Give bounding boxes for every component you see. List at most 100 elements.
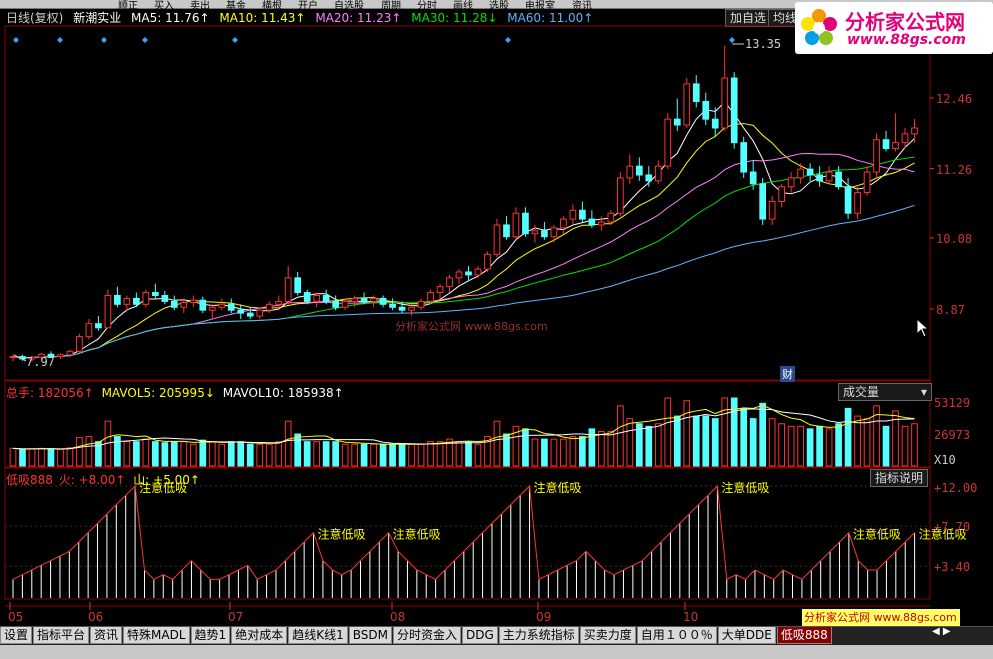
candle-body <box>522 212 529 235</box>
candle-body <box>607 212 615 223</box>
candle-body <box>208 306 216 311</box>
indicator-tab[interactable]: 主力系统指标 <box>498 627 579 644</box>
candle-body <box>265 303 273 311</box>
indicator-tab[interactable]: 设置 <box>0 627 33 644</box>
indicator-tab[interactable]: 资讯 <box>90 627 123 644</box>
volume-bar <box>9 447 17 467</box>
volume-bar <box>522 428 529 467</box>
candle-body <box>114 294 121 305</box>
indicator-tab[interactable]: BSDM <box>348 627 392 644</box>
candle-body <box>806 168 814 176</box>
volume-indicator-select[interactable]: 成交量 ▾ <box>838 383 932 401</box>
candle-body <box>560 218 567 229</box>
volume-bar <box>294 433 302 467</box>
indicator-tab[interactable]: 大单DDE <box>717 627 776 644</box>
candle-body <box>389 303 396 308</box>
date-tick-label: 07 <box>228 610 244 624</box>
ma60-line <box>12 204 915 359</box>
volume-bar <box>370 443 377 467</box>
logo-title: 分析家公式网 <box>845 10 965 34</box>
candle-body <box>313 294 321 302</box>
low-buy-annotation: 注意低吸 <box>853 527 901 542</box>
volume-bar <box>170 441 178 467</box>
candle-body <box>844 186 852 214</box>
volume-bar <box>787 425 795 467</box>
candle-body <box>9 356 17 359</box>
indicator-tab[interactable]: 买卖力度 <box>579 627 636 644</box>
volume-bar <box>398 443 406 467</box>
candle-body <box>911 127 918 135</box>
indicator-tab[interactable]: 趋线K线1 <box>288 627 348 644</box>
volume-bar <box>465 441 472 467</box>
candle-body <box>569 209 577 220</box>
candle-body <box>95 323 102 329</box>
candle-body <box>161 294 169 302</box>
candle-body <box>474 268 482 276</box>
volume-bar <box>541 438 548 467</box>
candle-body <box>398 306 406 311</box>
indicator-tab[interactable]: 绝对成本 <box>231 627 288 644</box>
volume-bar <box>341 443 349 467</box>
candle-body <box>351 297 358 302</box>
event-diamond-icon <box>232 37 238 43</box>
volume-bar <box>123 441 131 467</box>
low-buy-annotation: 注意低吸 <box>534 480 582 495</box>
event-diamond-icon <box>101 37 107 43</box>
volume-indicator-select-label: 成交量 <box>843 385 880 399</box>
candle-body <box>493 224 501 255</box>
indicator-tab[interactable]: 分时资金入 <box>392 627 461 644</box>
indicator-axis-label: +3.40 <box>934 560 971 574</box>
volume-bar <box>721 397 729 467</box>
indicator-tab[interactable]: 自用１００％ <box>636 627 717 644</box>
candle-body <box>322 294 330 302</box>
indicator-field2-label: 山: <box>133 473 150 487</box>
candle-body <box>768 200 776 220</box>
candle-body <box>275 300 283 305</box>
volume-bar <box>607 430 615 467</box>
volume-bar <box>635 423 643 467</box>
volume-bar <box>351 443 358 467</box>
volume-bar <box>560 438 567 467</box>
volume-bar <box>702 415 710 467</box>
volume-bar <box>28 448 36 467</box>
status-bar <box>0 645 993 659</box>
volume-bar <box>626 418 634 467</box>
volume-bar <box>569 436 577 467</box>
candle-body <box>85 323 93 338</box>
candle-body <box>626 165 634 179</box>
candle-body <box>294 277 302 294</box>
volume-header: 总手: 182056↑ MAVOL5: 205995↓ MAVOL10: 185… <box>6 384 344 401</box>
indicator-tab[interactable]: 特殊MADL <box>123 627 190 644</box>
tab-scroll-arrows[interactable]: ◀ ▶ <box>932 626 951 637</box>
indicator-tab[interactable]: DDG <box>461 627 498 644</box>
volume-bar <box>844 407 852 467</box>
volume-bar <box>57 448 64 467</box>
candle-body <box>825 171 833 182</box>
indicator-field1-label: 火: <box>58 473 75 487</box>
indicator-tab[interactable]: 指标平台 <box>33 627 90 644</box>
stock-chart-window: 顺正 买入 卖出 基金 横根 开户 自选股 周期 分时 画线 选股 电报室 资讯 日线(复权) 新潮实业… <box>0 0 993 659</box>
candle-body <box>882 139 890 150</box>
candle-body <box>512 212 520 238</box>
candle-body <box>787 177 795 188</box>
candle-body <box>360 297 368 302</box>
candle-body <box>635 165 643 176</box>
volume-bar <box>683 400 691 467</box>
candle-body <box>541 230 548 238</box>
candle-body <box>284 277 292 302</box>
indicator-help-button[interactable]: 指标说明 <box>870 469 929 487</box>
indicator-tab[interactable]: 低吸888 <box>776 627 832 644</box>
financial-event-marker[interactable]: 财 <box>780 366 795 382</box>
candle-body <box>227 303 235 311</box>
indicator-tab[interactable]: 趋势1 <box>190 627 231 644</box>
candle-body <box>616 177 624 214</box>
flower-logo-icon <box>801 9 837 45</box>
date-tick-label: 06 <box>88 610 104 624</box>
volume-axis-label: 26973 <box>934 428 971 442</box>
candle-body <box>816 174 823 182</box>
candle-body <box>645 174 653 182</box>
chart-canvas[interactable]: 注意低吸注意低吸 注意低吸注意低吸 注意低吸注意低吸 注意低吸 <box>0 0 993 626</box>
candle-body <box>749 171 757 185</box>
indicator-axis-label: +12.00 <box>934 481 978 495</box>
candle-body <box>379 297 387 305</box>
